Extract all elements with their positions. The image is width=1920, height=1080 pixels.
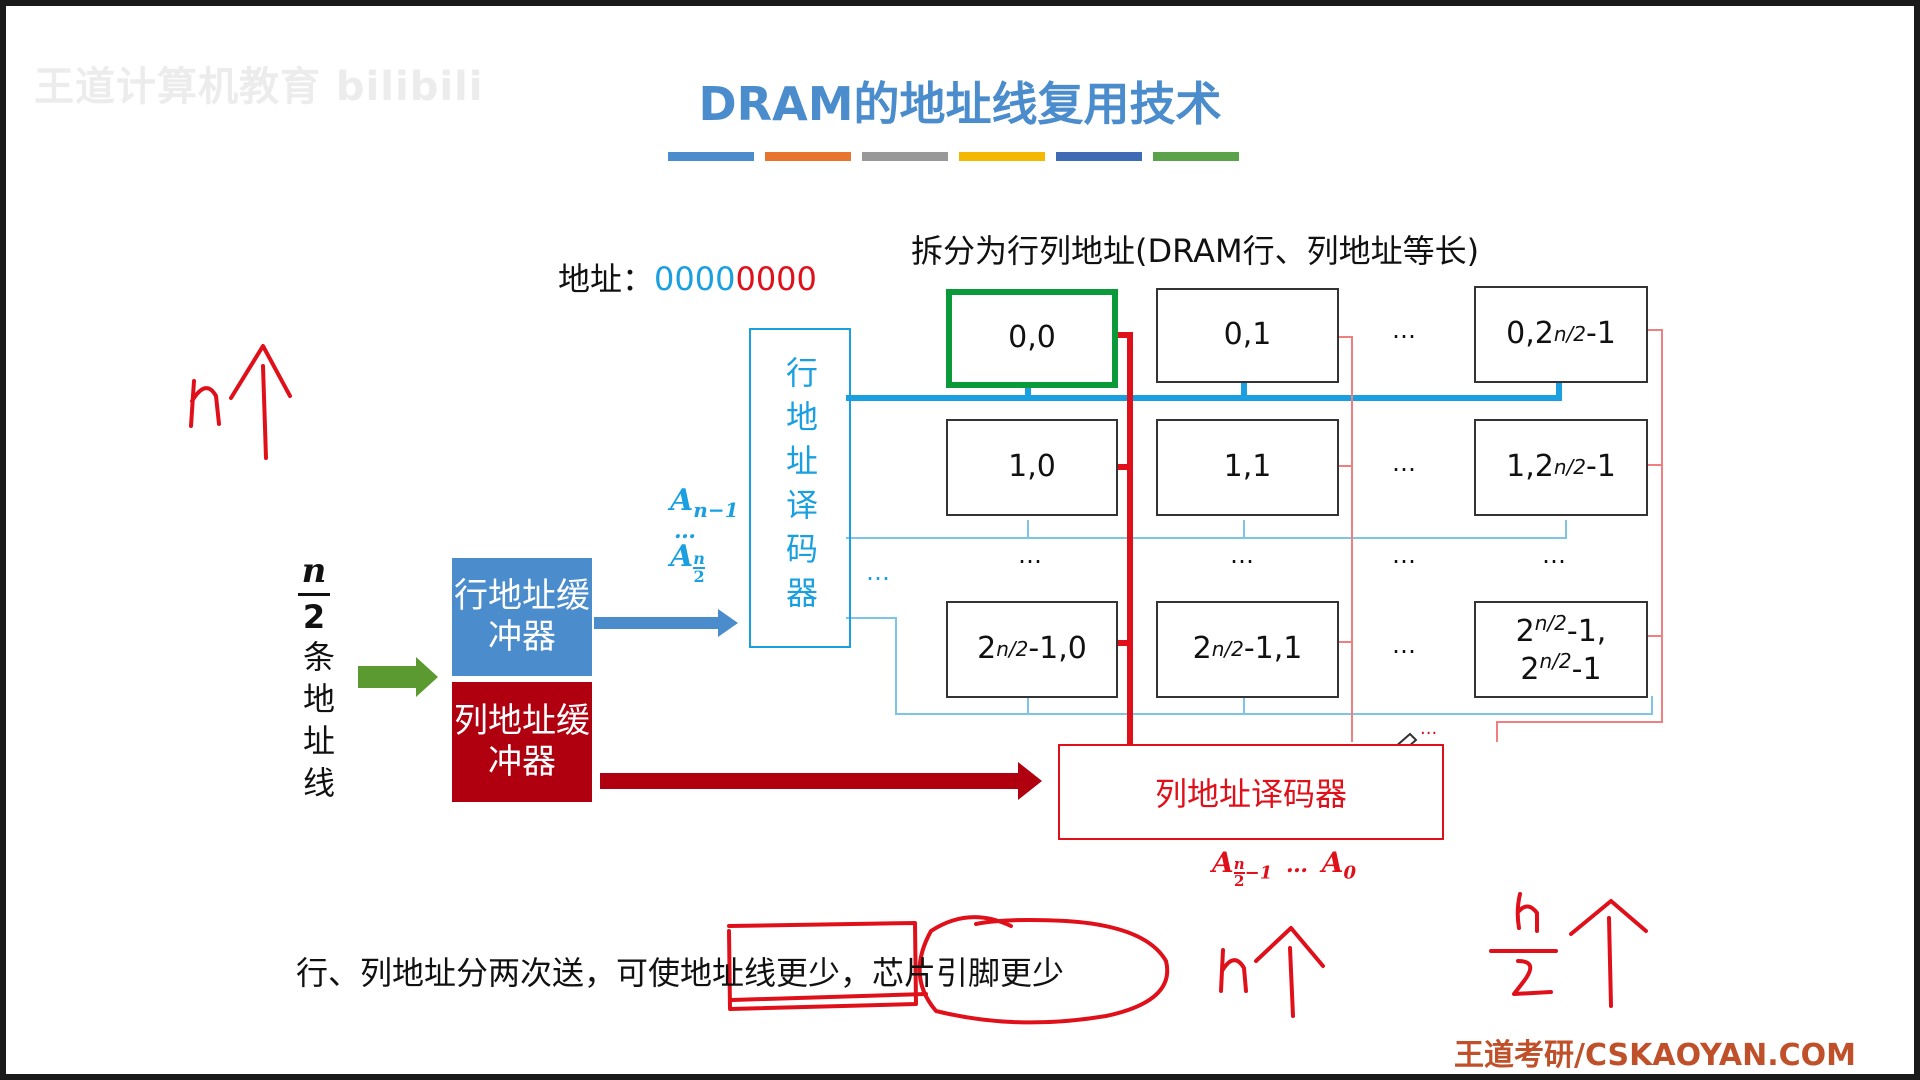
col-input-label: An 2 −1 … A0: [1212, 846, 1357, 890]
cell-1-1: 1,1: [1156, 419, 1339, 516]
row-ellipsis-0: …: [1018, 541, 1042, 569]
address-lines-text: 条地址线: [298, 640, 336, 808]
fewer-address-lines: 地址线更少: [680, 954, 841, 992]
fraction-bar: [298, 593, 330, 596]
pen-dots: ···: [1420, 723, 1437, 744]
col-address-decoder: 列地址译码器: [1058, 744, 1444, 840]
cell-last-1: 2 n/2 -1,1: [1156, 601, 1339, 698]
cell-last-0: 2 n/2 -1,0: [946, 601, 1118, 698]
cell-0-0: 0,0: [946, 289, 1118, 388]
two-denominator: 2: [302, 598, 326, 636]
cell-1-last: 1,2 n/2 -1: [1474, 419, 1648, 516]
col-ellipsis-0: …: [1392, 316, 1416, 344]
row-input-label: An−1 … An2: [670, 483, 739, 586]
cell-last-last: 2n/2-1, 2n/2-1: [1474, 601, 1648, 698]
wiring-diagram: ···: [189, 329, 1663, 1025]
bottom-conclusion: 行、列地址分两次送，可使地址线更少，芯片引脚更少: [296, 954, 1065, 992]
row-ellipsis-2: …: [1392, 541, 1416, 569]
row-ellipsis-last: …: [1542, 541, 1566, 569]
n-numerator: n: [301, 551, 327, 591]
cell-0-1: 0,1: [1156, 288, 1339, 383]
row-decoder-more-outputs: …: [866, 558, 890, 586]
row-decoder-label: 行地址译码器: [781, 356, 819, 620]
row-address-buffer: 行地址缓冲器: [452, 558, 592, 676]
row-address-decoder: 行地址译码器: [749, 328, 851, 648]
brand-footer: 王道考研/CSKAOYAN.COM: [1454, 1038, 1856, 1073]
col-ellipsis-1: …: [1392, 449, 1416, 477]
cell-0-last: 0,2 n/2 -1: [1474, 286, 1648, 383]
address-lines-label: n 2 条地址线: [294, 551, 336, 808]
fewer-chip-pins: 芯片引脚更少: [872, 954, 1065, 992]
col-ellipsis-last: …: [1392, 631, 1416, 659]
row-ellipsis-1: …: [1230, 541, 1254, 569]
col-address-buffer: 列地址缓冲器: [452, 682, 592, 802]
slide: { "watermark": "王道计算机教育 bilibili", "titl…: [6, 6, 1914, 1074]
cell-1-0: 1,0: [946, 419, 1118, 516]
